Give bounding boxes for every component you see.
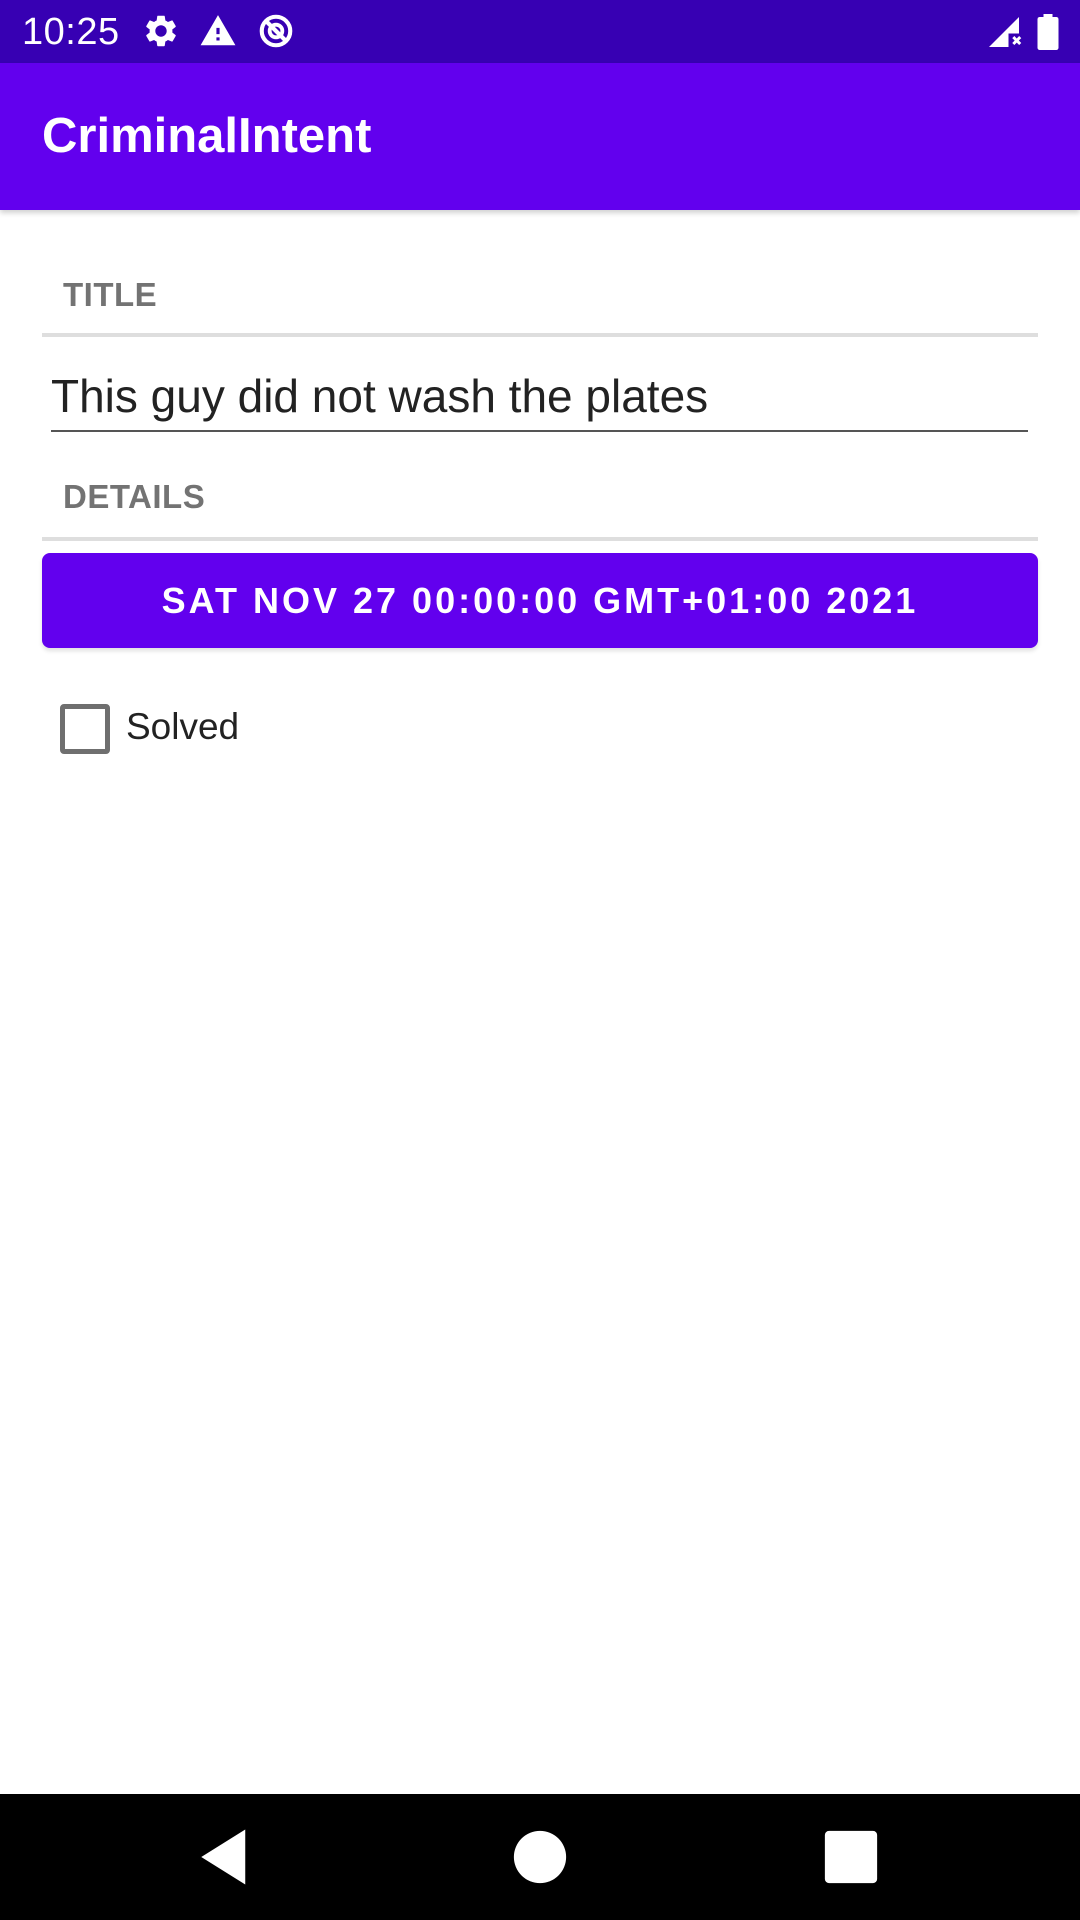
details-header-label: DETAILS [63,478,206,515]
app-title: CriminalIntent [42,109,372,163]
navigation-bar [0,1794,1080,1920]
gear-icon [142,12,180,50]
crime-title-input[interactable] [51,362,1028,432]
back-icon[interactable] [193,1824,259,1890]
solved-checkbox[interactable]: Solved [60,702,320,754]
title-header-label: TITLE [63,276,158,313]
title-section-header: TITLE [42,270,1038,337]
details-section-header: DETAILS [42,472,1038,541]
recents-icon[interactable] [818,1824,884,1890]
home-icon[interactable] [507,1824,573,1890]
status-bar: 10:25 [0,0,1080,63]
alert-icon [199,12,237,50]
status-time: 10:25 [22,11,120,53]
solved-label[interactable]: Solved [126,706,239,748]
app-bar: CriminalIntent [0,63,1080,210]
no-data-icon [257,12,295,50]
battery-icon [1036,14,1060,50]
crime-date-button[interactable]: SAT NOV 27 00:00:00 GMT+01:00 2021 [42,553,1038,648]
checkbox-unchecked-icon[interactable] [60,704,110,754]
signal-icon [986,14,1022,50]
